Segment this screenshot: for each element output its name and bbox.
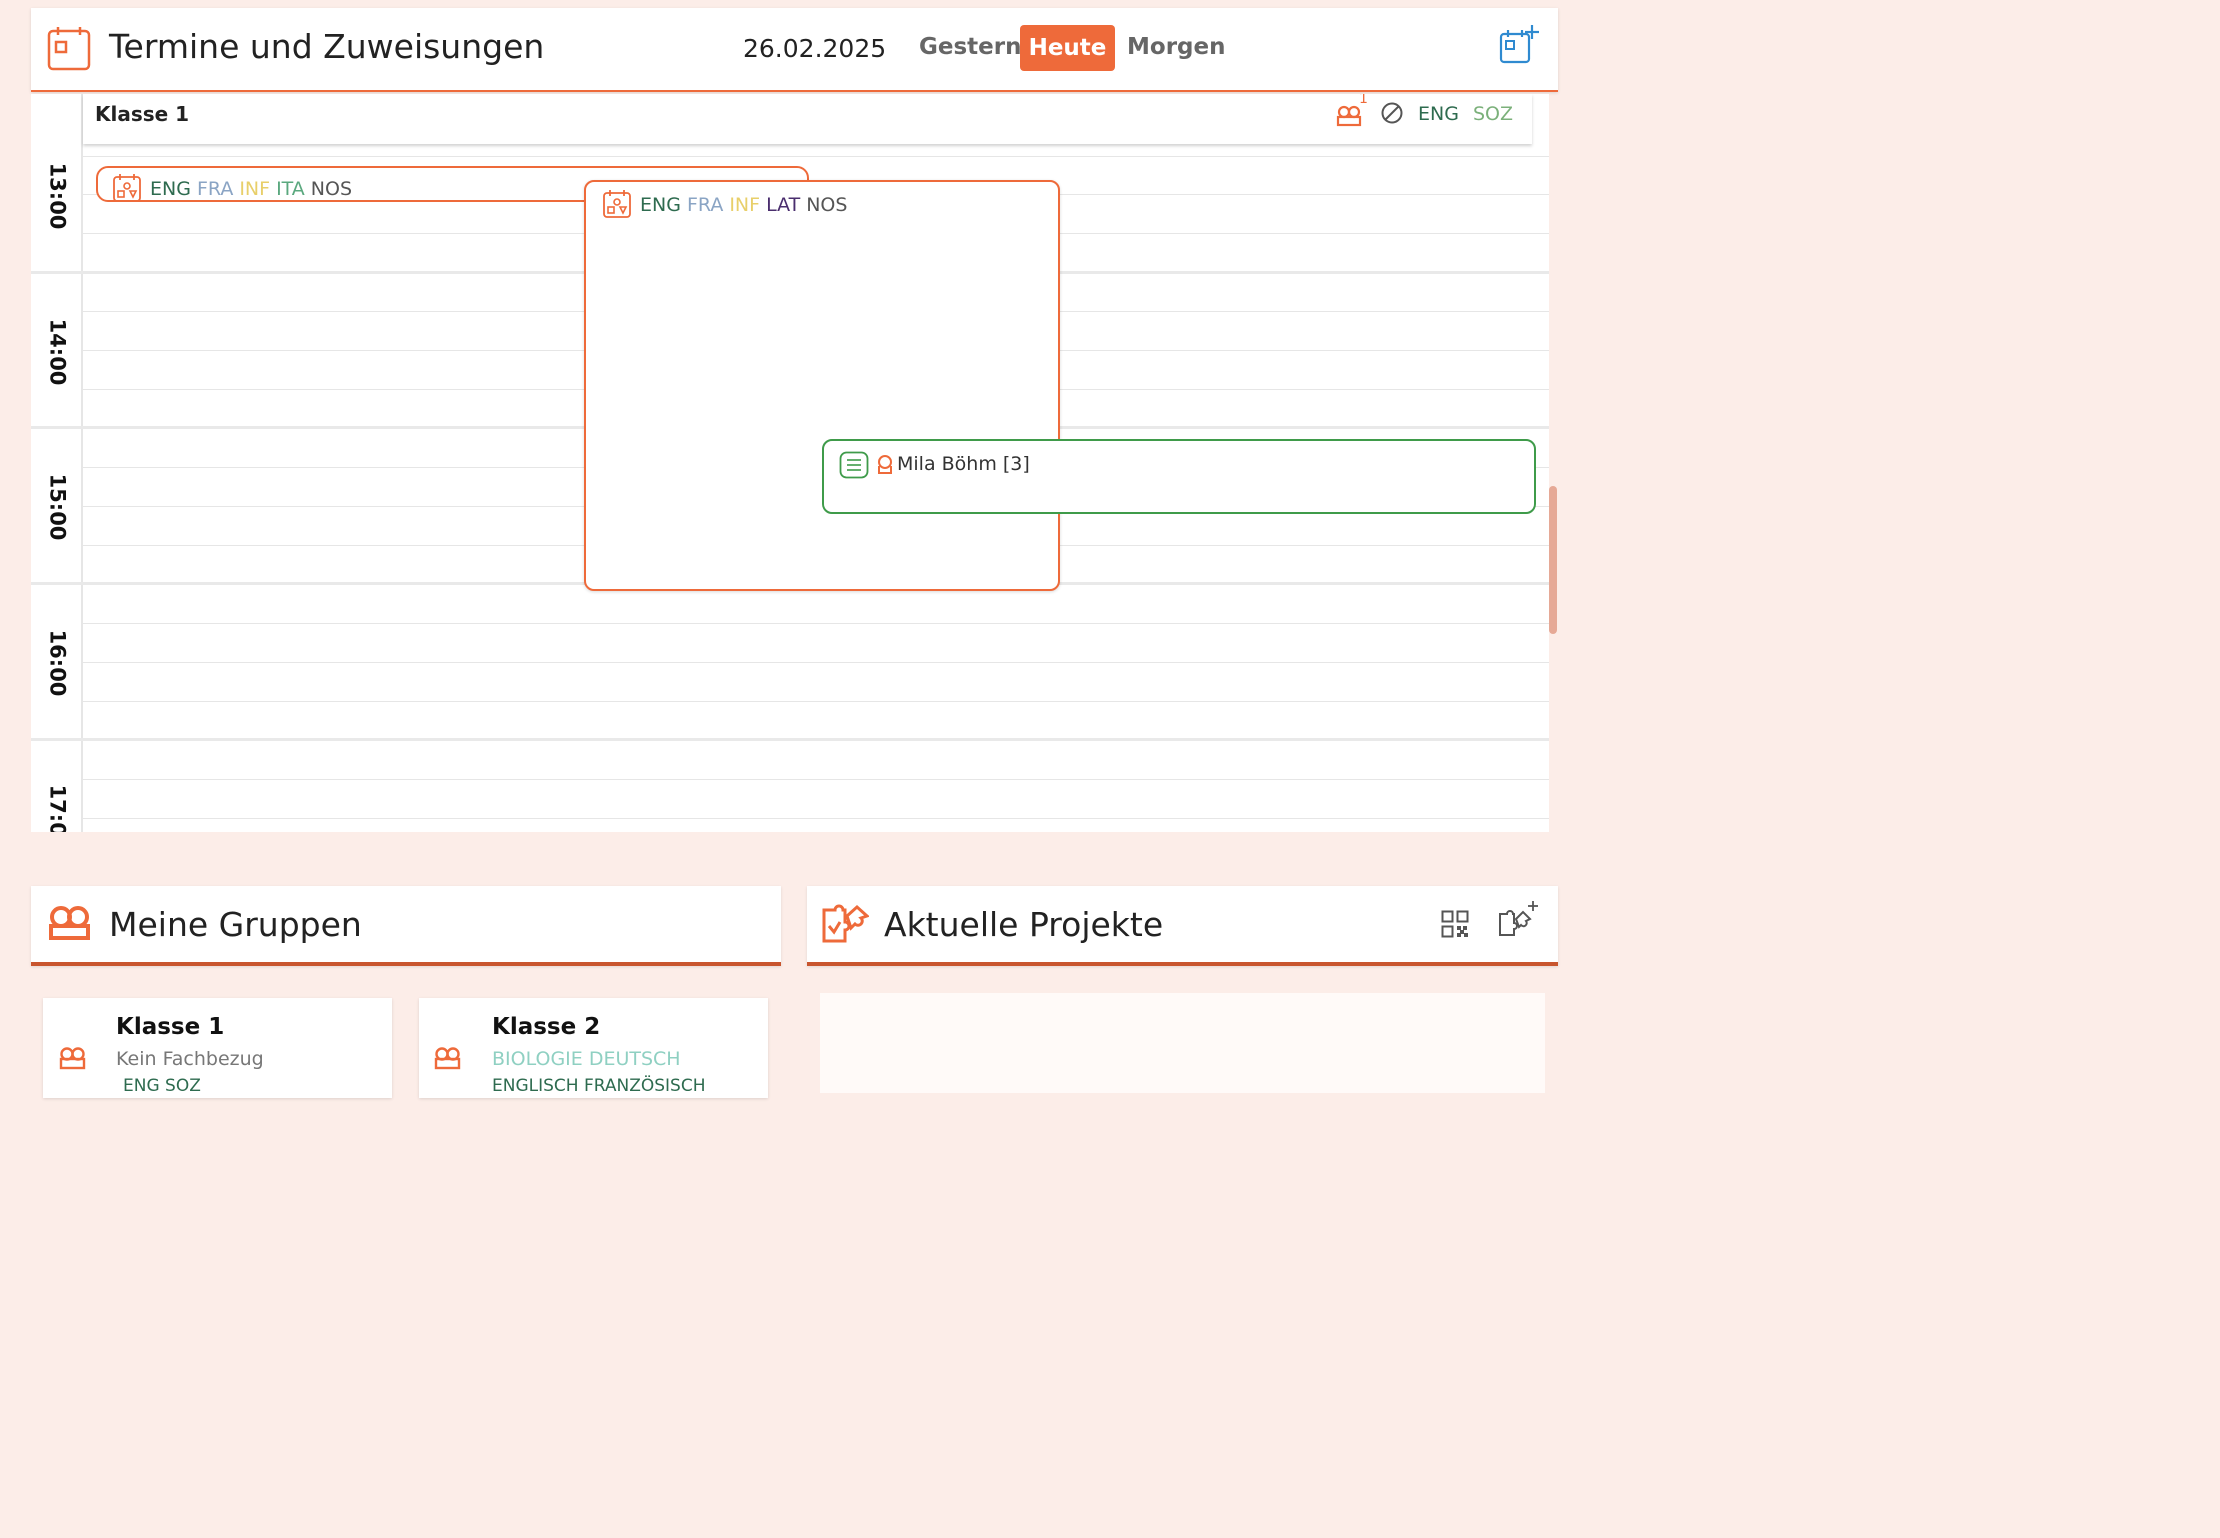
- block-icon[interactable]: [1380, 101, 1404, 129]
- group-card[interactable]: Klasse 2 BIOLOGIE DEUTSCH ENGLISCH FRANZ…: [419, 998, 768, 1098]
- add-calendar-icon[interactable]: [1499, 24, 1543, 70]
- group-icon: [59, 1044, 87, 1074]
- assignment-label: Mila Böhm [3]: [897, 453, 1030, 475]
- time-label-13: 13:00: [45, 162, 70, 230]
- subject-inf: INF: [239, 178, 271, 200]
- projects-panel-title: Aktuelle Projekte: [884, 905, 1164, 944]
- event-subjects: ENG FRA INF LAT NOS: [640, 194, 847, 216]
- group-card-subtitle: BIOLOGIE DEUTSCH: [492, 1048, 681, 1070]
- group-card-subjects: ENG SOZ: [123, 1076, 201, 1096]
- group-row-subjects: ENG SOZ: [1418, 103, 1523, 125]
- lesson-icon: [602, 189, 632, 223]
- subject-nos: NOS: [806, 194, 848, 216]
- subject-eng: ENG: [150, 178, 191, 200]
- group-icon: [47, 902, 93, 946]
- group-row-label: Klasse 1: [95, 102, 190, 126]
- time-label-17: 17:00: [45, 784, 70, 832]
- subject-lat: LAT: [766, 194, 801, 216]
- time-column-divider: [81, 94, 83, 832]
- time-label-14: 14:00: [45, 318, 70, 386]
- lesson-icon: [112, 173, 142, 207]
- quarter-line: [83, 623, 1549, 624]
- subject-nos: NOS: [310, 178, 353, 200]
- qr-code-icon[interactable]: [1441, 910, 1469, 942]
- puzzle-icon: [821, 904, 870, 948]
- time-label-15: 15:00: [45, 473, 70, 541]
- subject-ita: ITA: [276, 178, 305, 200]
- quarter-line: [83, 818, 1549, 819]
- group-card-subjects: ENGLISCH FRANZÖSISCH: [492, 1076, 706, 1096]
- subject-eng: ENG: [640, 194, 681, 216]
- calendar-scrollbar[interactable]: [1549, 486, 1557, 634]
- calendar-grid: Klasse 1 1 ENG SOZ 13:00 14:00 15:00 16:0…: [31, 94, 1549, 832]
- subject-eng: ENG: [1418, 103, 1459, 125]
- calendar-event[interactable]: ENG FRA INF LAT NOS: [584, 180, 1060, 591]
- group-icon: [434, 1044, 462, 1074]
- assignment-card[interactable]: Mila Böhm [3]: [822, 439, 1536, 514]
- group-card[interactable]: Klasse 1 Kein Fachbezug ENG SOZ: [43, 998, 392, 1098]
- group-badge-count: 1: [1359, 94, 1368, 107]
- quarter-line: [83, 701, 1549, 702]
- note-icon: [839, 451, 869, 483]
- calendar-icon: [47, 25, 91, 75]
- groups-panel-title: Meine Gruppen: [109, 905, 362, 944]
- projects-panel-header: Aktuelle Projekte: [807, 886, 1558, 966]
- subject-inf: INF: [729, 194, 761, 216]
- add-project-icon[interactable]: [1497, 900, 1539, 942]
- quarter-line: [83, 662, 1549, 663]
- current-date: 26.02.2025: [743, 34, 887, 63]
- subject-fra: FRA: [196, 178, 234, 200]
- event-subjects: ENG FRA INF ITA NOS: [150, 178, 359, 200]
- time-label-16: 16:00: [45, 629, 70, 697]
- group-card-subtitle: Kein Fachbezug: [116, 1048, 264, 1070]
- hour-line: [31, 738, 1549, 741]
- today-button[interactable]: Heute: [1020, 25, 1115, 71]
- groups-panel-header: Meine Gruppen: [31, 886, 781, 966]
- group-card-name: Klasse 2: [492, 1014, 601, 1040]
- quarter-line: [83, 156, 1549, 157]
- group-row-header: Klasse 1 1 ENG SOZ: [83, 94, 1532, 144]
- quarter-line: [83, 779, 1549, 780]
- person-icon: [876, 454, 894, 480]
- page-title: Termine und Zuweisungen: [109, 27, 545, 66]
- subject-soz: SOZ: [1472, 103, 1513, 125]
- projects-list-area: [820, 993, 1545, 1093]
- subject-fra: FRA: [686, 194, 724, 216]
- yesterday-button[interactable]: Gestern: [919, 34, 1021, 60]
- group-card-name: Klasse 1: [116, 1014, 225, 1040]
- appointments-header: Termine und Zuweisungen 26.02.2025 Geste…: [31, 8, 1558, 92]
- tomorrow-button[interactable]: Morgen: [1127, 34, 1225, 60]
